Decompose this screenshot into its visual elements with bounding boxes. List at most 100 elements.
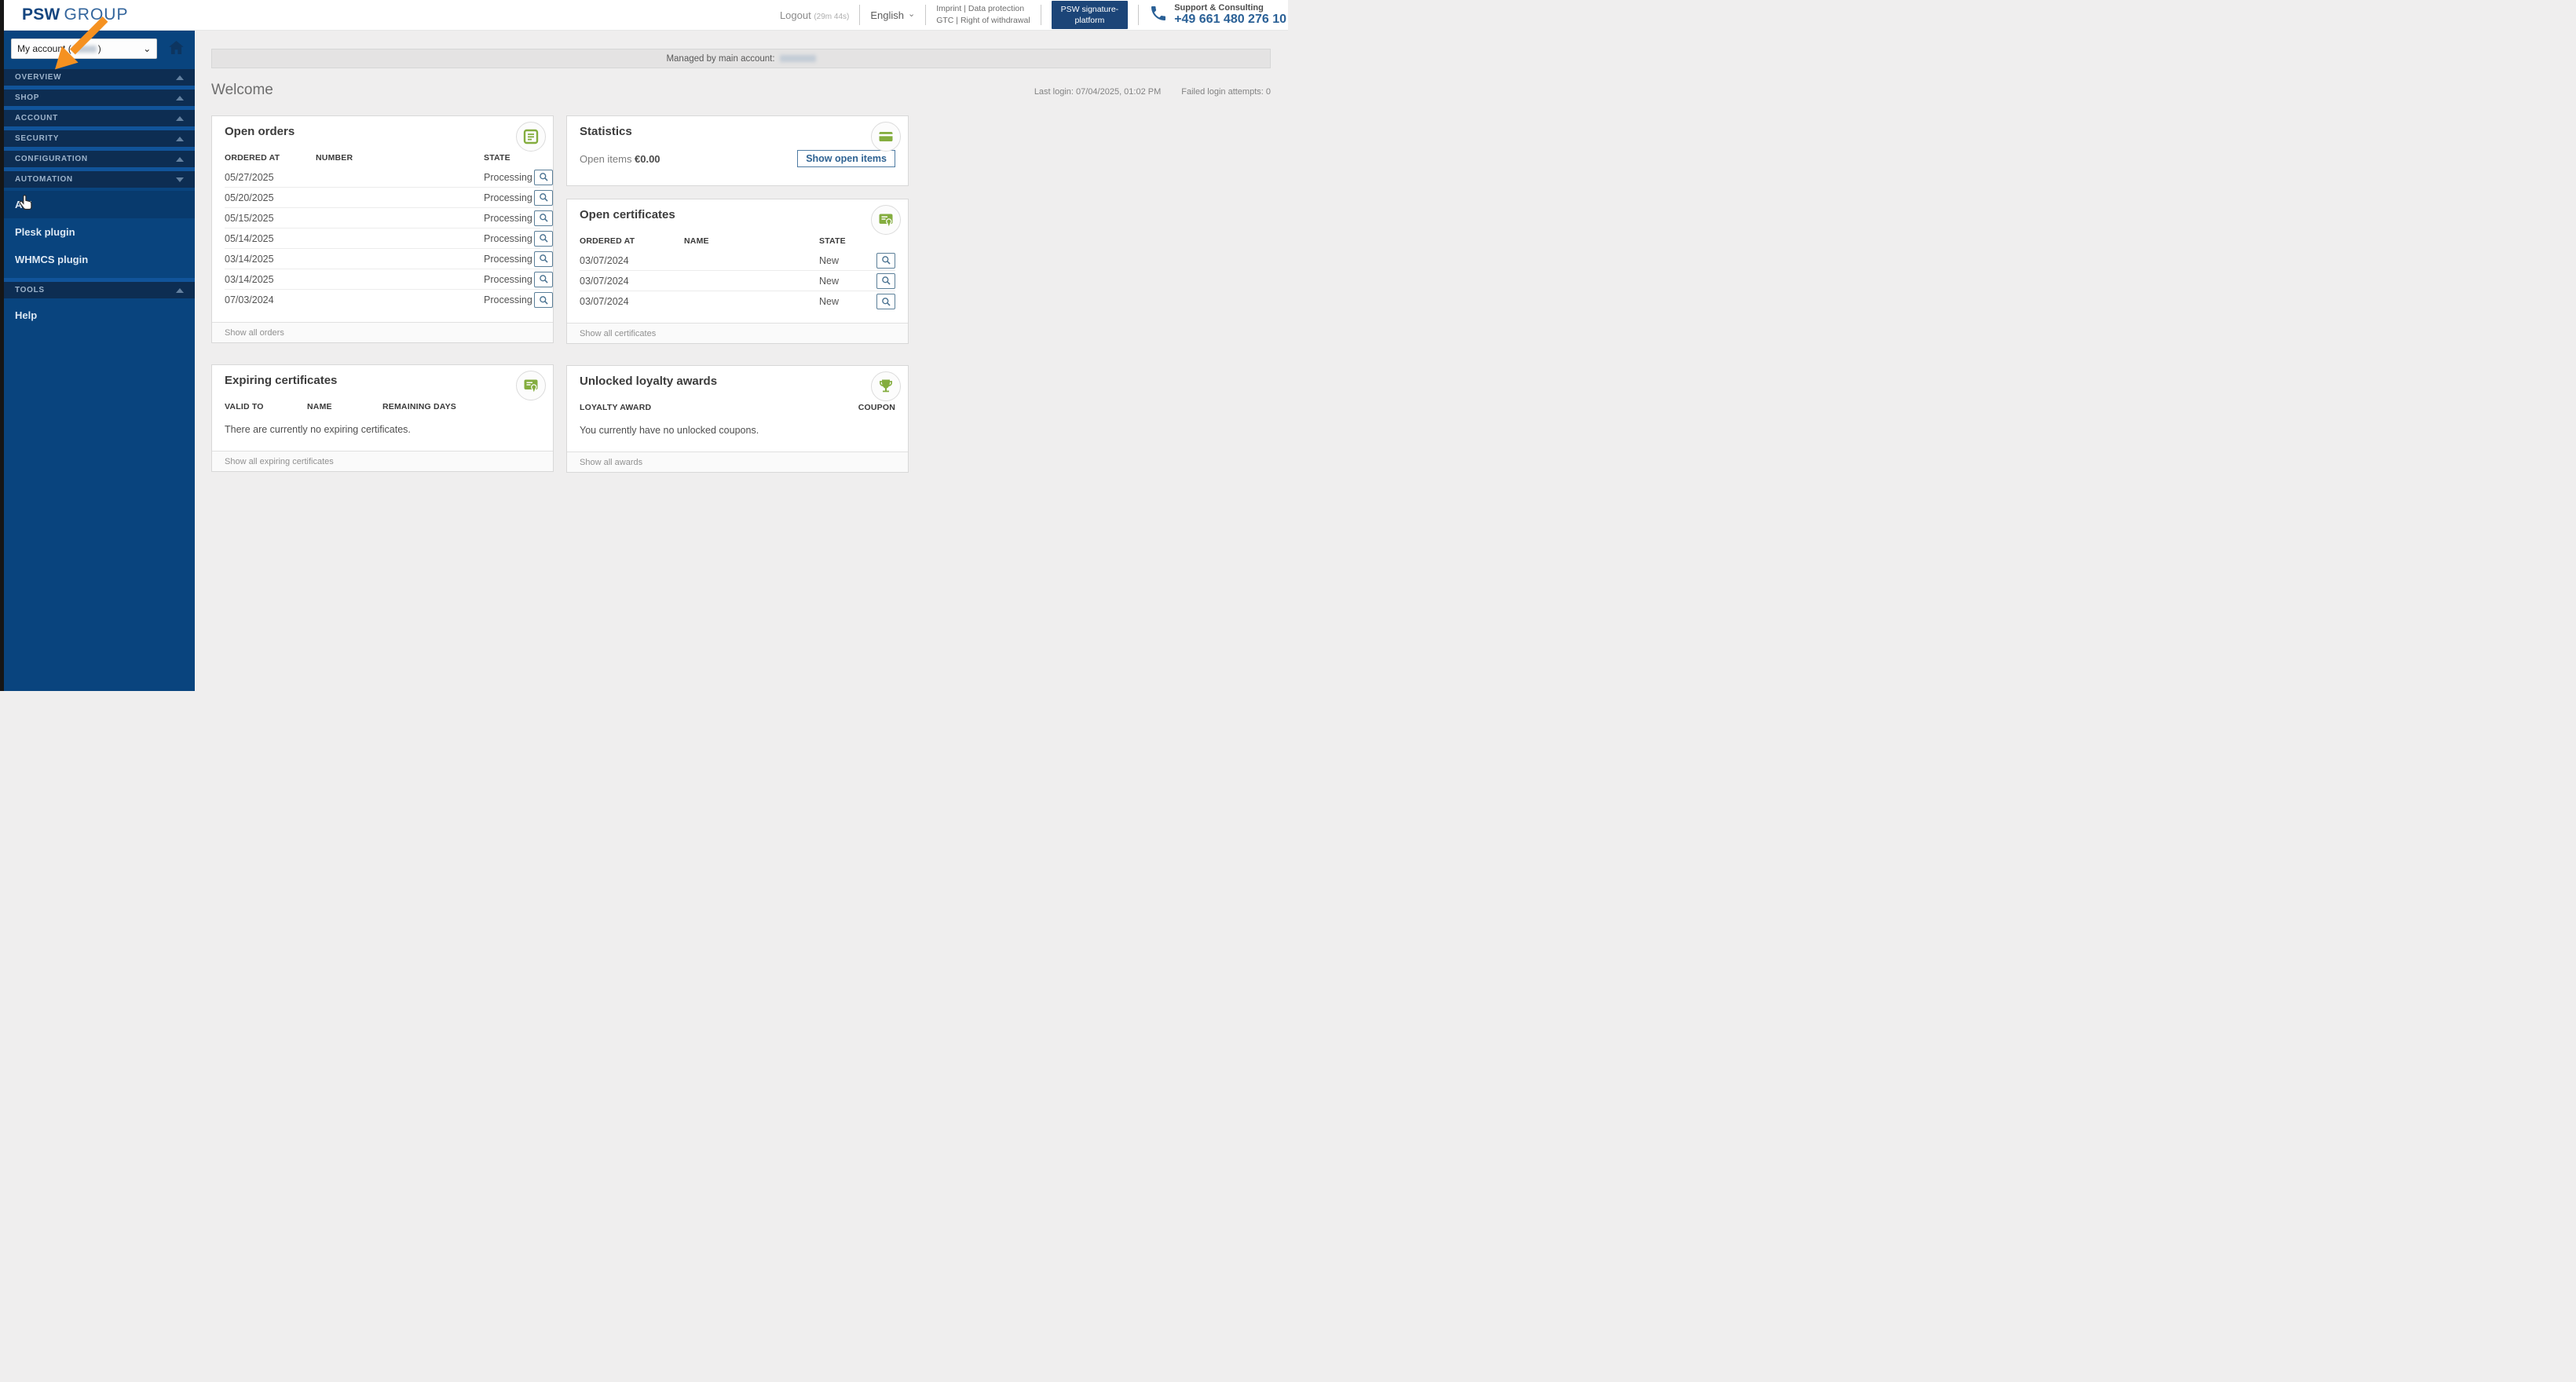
view-order-button[interactable] [534, 231, 553, 247]
view-order-button[interactable] [534, 170, 553, 185]
chevron-down-icon [176, 177, 184, 182]
table-row: 05/27/2025 Processing [225, 167, 540, 188]
failed-login-attempts-text: Failed login attempts: 0 [1181, 87, 1271, 97]
logout-link[interactable]: Logout (29m 44s) [780, 9, 849, 21]
page-title: Welcome [211, 82, 273, 99]
order-state: Processing [484, 233, 534, 244]
support-contact: Support & Consulting +49 661 480 276 10 [1149, 3, 1288, 27]
managed-by-label: Managed by main account: [666, 54, 774, 64]
order-state: Processing [484, 254, 534, 265]
chevron-up-icon [176, 75, 184, 80]
section-label: OVERVIEW [15, 73, 61, 82]
logo-text-light: GROUP [64, 5, 128, 24]
show-all-expiring-certificates-link[interactable]: Show all expiring certificates [225, 457, 334, 466]
open-certificates-card: Open certificates ORDERED AT NAME STATE … [566, 199, 909, 344]
empty-state-text: You currently have no unlocked coupons. [580, 417, 895, 447]
open-items-value: €0.00 [635, 153, 660, 165]
view-order-button[interactable] [534, 190, 553, 206]
psw-group-logo: PSW GROUP [22, 5, 128, 24]
order-date: 05/15/2025 [225, 213, 316, 224]
table-row: 03/07/2024 New [580, 250, 895, 271]
section-label: SECURITY [15, 134, 59, 143]
home-icon [169, 41, 184, 57]
show-all-awards-link[interactable]: Show all awards [580, 458, 642, 467]
account-selector-label-prefix: My account ( [17, 43, 71, 54]
account-selector-dropdown[interactable]: My account ( ) ⌄ [11, 38, 157, 59]
section-label: AUTOMATION [15, 175, 73, 184]
order-date: 03/14/2025 [225, 274, 316, 285]
psw-signature-platform-button[interactable]: PSW signature- platform [1052, 1, 1129, 29]
open-orders-card: Open orders ORDERED AT NUMBER STATE 05/2… [211, 115, 554, 343]
main-content: Managed by main account: Welcome Last lo… [195, 31, 1288, 691]
support-phone-number: +49 661 480 276 10 [1174, 13, 1286, 27]
view-order-button[interactable] [534, 251, 553, 267]
open-items-label: Open items [580, 153, 635, 165]
session-timer: (29m 44s) [814, 13, 849, 21]
divider [859, 5, 860, 25]
loyalty-awards-card: Unlocked loyalty awards LOYALTY AWARD CO… [566, 365, 909, 473]
order-state: Processing [484, 294, 534, 305]
order-date: 05/14/2025 [225, 233, 316, 244]
signature-button-line1: PSW signature- [1061, 4, 1119, 15]
certificate-state: New [819, 276, 876, 287]
sidebar-section-tools[interactable]: TOOLS [4, 282, 195, 298]
show-open-items-button[interactable]: Show open items [797, 150, 895, 167]
view-certificate-button[interactable] [876, 294, 895, 309]
sidebar-section-automation[interactable]: AUTOMATION [4, 171, 195, 188]
chevron-down-icon: ⌄ [908, 9, 915, 19]
language-selector[interactable]: English ⌄ [870, 9, 915, 21]
top-header: PSW GROUP Logout (29m 44s) English ⌄ Imp… [4, 0, 1288, 31]
support-label: Support & Consulting [1174, 3, 1286, 13]
sidebar-item-plesk-plugin[interactable]: Plesk plugin [4, 218, 195, 246]
column-header: COUPON [858, 403, 895, 412]
card-title: Expiring certificates [225, 374, 337, 387]
statistics-card: Statistics Open items €0.00 Show open it… [566, 115, 909, 186]
sidebar-section-overview[interactable]: OVERVIEW [4, 69, 195, 86]
legal-links: Imprint | Data protection GTC | Right of… [936, 3, 1030, 27]
trophy-icon [871, 371, 901, 401]
chevron-up-icon [176, 157, 184, 162]
legal-link-imprint[interactable]: Imprint | Data protection [936, 3, 1030, 15]
table-row: 03/07/2024 New [580, 271, 895, 291]
signature-button-line2: platform [1061, 15, 1119, 26]
table-row: 05/20/2025 Processing [225, 188, 540, 208]
order-state: Processing [484, 274, 534, 285]
chevron-down-icon: ⌄ [143, 43, 151, 54]
order-state: Processing [484, 192, 534, 203]
table-row: 05/14/2025 Processing [225, 229, 540, 249]
sidebar-item-api[interactable]: API [4, 191, 195, 218]
certificate-icon [871, 205, 901, 235]
show-all-certificates-link[interactable]: Show all certificates [580, 329, 656, 338]
home-button[interactable] [164, 38, 188, 59]
sidebar-section-account[interactable]: ACCOUNT [4, 110, 195, 126]
column-header: NUMBER [316, 153, 484, 163]
column-header: NAME [684, 236, 819, 246]
sidebar-item-whmcs-plugin[interactable]: WHMCS plugin [4, 246, 195, 273]
sidebar-item-help[interactable]: Help [4, 302, 195, 329]
order-date: 03/14/2025 [225, 254, 316, 265]
view-order-button[interactable] [534, 210, 553, 226]
view-certificate-button[interactable] [876, 273, 895, 289]
certificate-date: 03/07/2024 [580, 296, 684, 307]
managed-by-bar: Managed by main account: [211, 49, 1271, 68]
sidebar-section-configuration[interactable]: CONFIGURATION [4, 151, 195, 167]
last-login-text: Last login: 07/04/2025, 01:02 PM [1034, 87, 1161, 97]
order-date: 07/03/2024 [225, 294, 316, 305]
sidebar-section-shop[interactable]: SHOP [4, 90, 195, 106]
section-label: CONFIGURATION [15, 155, 88, 163]
view-certificate-button[interactable] [876, 253, 895, 269]
view-order-button[interactable] [534, 292, 553, 308]
expiring-certificates-card: Expiring certificates VALID TO NAME REMA… [211, 364, 554, 472]
legal-link-gtc[interactable]: GTC | Right of withdrawal [936, 15, 1030, 27]
order-state: Processing [484, 172, 534, 183]
certificate-state: New [819, 255, 876, 266]
chevron-up-icon [176, 116, 184, 121]
sidebar-section-security[interactable]: SECURITY [4, 130, 195, 147]
column-header: ORDERED AT [580, 236, 684, 246]
section-label: SHOP [15, 93, 39, 102]
language-label: English [870, 9, 904, 21]
credit-card-icon [871, 122, 901, 152]
show-all-orders-link[interactable]: Show all orders [225, 328, 284, 338]
section-label: ACCOUNT [15, 114, 58, 122]
view-order-button[interactable] [534, 272, 553, 287]
